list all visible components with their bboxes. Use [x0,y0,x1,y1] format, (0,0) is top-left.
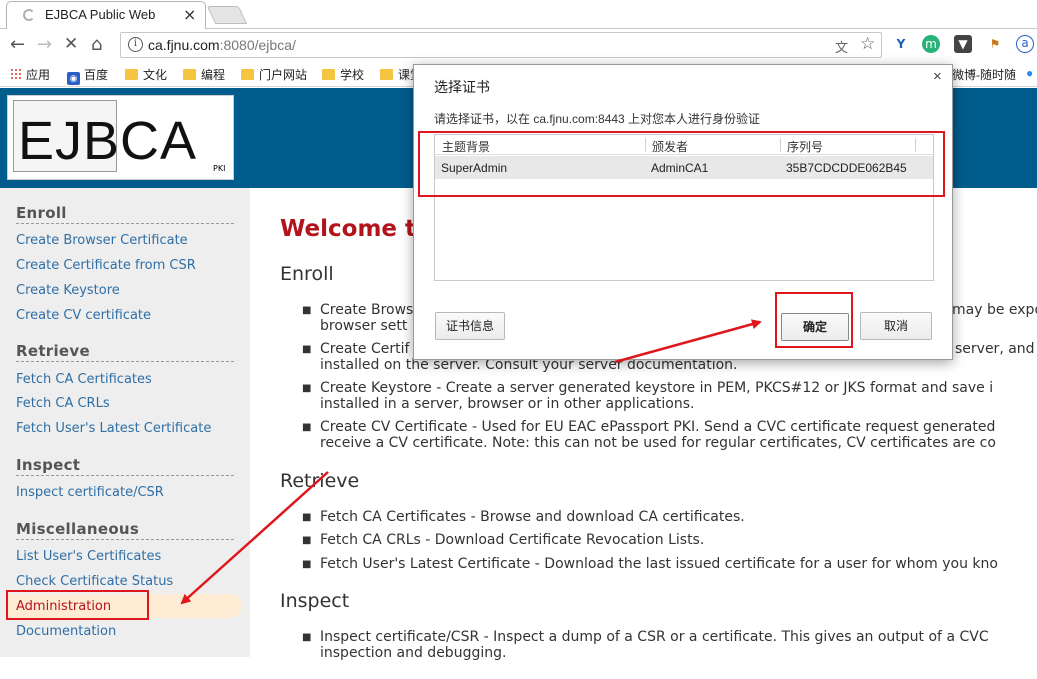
enroll-item-text: browser sett [320,318,408,334]
baidu-paw-icon: ◉ [67,72,80,85]
stop-loading-icon[interactable]: ✕ [64,34,78,54]
section-divider [16,223,234,224]
retrieve-item-text: Fetch CA Certificates - Browse and downl… [320,509,745,525]
section-divider [16,475,234,476]
sidebar-section-retrieve: Retrieve [16,342,90,360]
folder-icon [380,69,393,80]
bookmark-weibo[interactable]: 微博-随时随 [952,66,1016,83]
logo-pki-label: PKI [213,164,226,173]
browser-toolbar: ← → ✕ ⌂ i ca.fjnu.com:8080/ejbca/ 文 ☆ Y … [0,29,1037,61]
folder-icon [183,69,196,80]
tab-close-icon[interactable]: × [183,5,196,24]
browser-tab[interactable]: EJBCA Public Web × [6,1,206,29]
browser-tab-bar: EJBCA Public Web × [0,0,1037,29]
sidebar-menu: Enroll Create Browser Certificate Create… [0,188,250,657]
home-icon[interactable]: ⌂ [91,34,102,55]
dialog-prompt: 请选择证书，以在 ca.fjnu.com:8443 上对您本人进行身份验证 [434,112,761,126]
enroll-item-text: receive a CV certificate. Note: this can… [320,435,996,451]
bookmark-overflow-icon[interactable]: ● [1026,66,1033,80]
sidebar-link-check-certificate-status[interactable]: Check Certificate Status [16,574,173,589]
address-bar[interactable]: i ca.fjnu.com:8080/ejbca/ 文 ☆ [120,32,882,58]
bullet: ■ [302,383,312,394]
inspect-item-text: inspection and debugging. [320,645,507,661]
bookmark-folder-programming[interactable]: 编程 [183,66,225,83]
bookmark-apps[interactable]: 应用 [10,66,50,83]
new-tab-button[interactable] [206,6,248,24]
sidebar-section-miscellaneous: Miscellaneous [16,520,140,538]
bullet: ■ [302,632,312,643]
sidebar-link-create-keystore[interactable]: Create Keystore [16,283,120,298]
annotation-box-certificate-row [418,131,945,197]
sidebar-link-fetch-ca-certificates[interactable]: Fetch CA Certificates [16,372,152,387]
retrieve-item-text: Fetch User's Latest Certificate - Downlo… [320,556,998,572]
enroll-item-text: Create CV Certificate - Used for EU EAC … [320,419,996,435]
folder-icon [241,69,254,80]
loading-spinner-icon [23,9,35,21]
sidebar-section-enroll: Enroll [16,204,67,222]
enroll-item-text: Create Certif [320,341,410,357]
bullet: ■ [302,559,312,570]
section-divider [16,539,234,540]
extension-m-icon[interactable]: m [922,35,940,53]
annotation-box-confirm [775,292,853,348]
sidebar-link-create-cv-certificate[interactable]: Create CV certificate [16,308,151,323]
extension-pocket-icon[interactable]: ▼ [954,35,972,53]
apps-grid-icon [10,68,22,80]
translate-icon[interactable]: 文 [835,37,848,56]
enroll-item-text: installed in a server, browser or in oth… [320,396,695,412]
enroll-heading: Enroll [280,263,334,285]
logo-text: EJBCA [18,111,198,171]
extension-flag-icon[interactable]: ⚑ [986,35,1004,53]
certificate-info-button[interactable]: 证书信息 [435,312,505,340]
enroll-item-text-tail: may be expo [952,302,1037,318]
forward-arrow-icon[interactable]: → [37,34,52,55]
retrieve-item-text: Fetch CA CRLs - Download Certificate Rev… [320,532,705,548]
enroll-item-text-tail: server, and [955,341,1035,357]
bookmark-baidu[interactable]: ◉ 百度 [67,66,108,85]
sidebar-link-fetch-latest-certificate[interactable]: Fetch User's Latest Certificate [16,421,211,436]
bookmark-star-icon[interactable]: ☆ [860,34,875,54]
enroll-item-text: Create Keystore - Create a server genera… [320,380,994,396]
bookmark-folder-culture[interactable]: 文化 [125,66,167,83]
cancel-button[interactable]: 取消 [860,312,932,340]
bookmark-folder-portals[interactable]: 门户网站 [241,66,307,83]
ejbca-logo[interactable]: EJBCA PKI [7,95,234,180]
retrieve-heading: Retrieve [280,470,360,492]
section-divider [16,361,234,362]
info-icon[interactable]: i [128,37,143,52]
sidebar-link-documentation[interactable]: Documentation [16,624,116,639]
extension-at-icon[interactable]: a [1016,35,1034,53]
enroll-item-text: Create Brows [320,302,414,318]
tab-title: EJBCA Public Web [45,7,156,22]
bullet: ■ [302,305,312,316]
annotation-box-administration [6,590,149,620]
inspect-heading: Inspect [280,590,350,612]
sidebar-section-inspect: Inspect [16,456,81,474]
folder-icon [125,69,138,80]
bullet: ■ [302,344,312,355]
sidebar-link-create-certificate-from-csr[interactable]: Create Certificate from CSR [16,258,196,273]
sidebar-link-fetch-ca-crls[interactable]: Fetch CA CRLs [16,396,110,411]
sidebar-link-inspect-certificate[interactable]: Inspect certificate/CSR [16,485,164,500]
sidebar-link-list-user-certificates[interactable]: List User's Certificates [16,549,161,564]
select-certificate-dialog: 选择证书 × 请选择证书，以在 ca.fjnu.com:8443 上对您本人进行… [413,64,953,360]
extension-vpn-icon[interactable]: Y [892,35,910,53]
bullet: ■ [302,512,312,523]
bullet: ■ [302,422,312,433]
inspect-item-text: Inspect certificate/CSR - Inspect a dump… [320,629,989,645]
folder-icon [322,69,335,80]
back-arrow-icon[interactable]: ← [10,34,25,55]
bullet: ■ [302,535,312,546]
url-text: ca.fjnu.com:8080/ejbca/ [148,37,296,53]
dialog-title: 选择证书 [434,79,490,95]
sidebar-link-create-browser-certificate[interactable]: Create Browser Certificate [16,233,188,248]
dialog-close-icon[interactable]: × [933,68,942,85]
bookmark-folder-school[interactable]: 学校 [322,66,364,83]
welcome-title: Welcome to [280,216,432,242]
